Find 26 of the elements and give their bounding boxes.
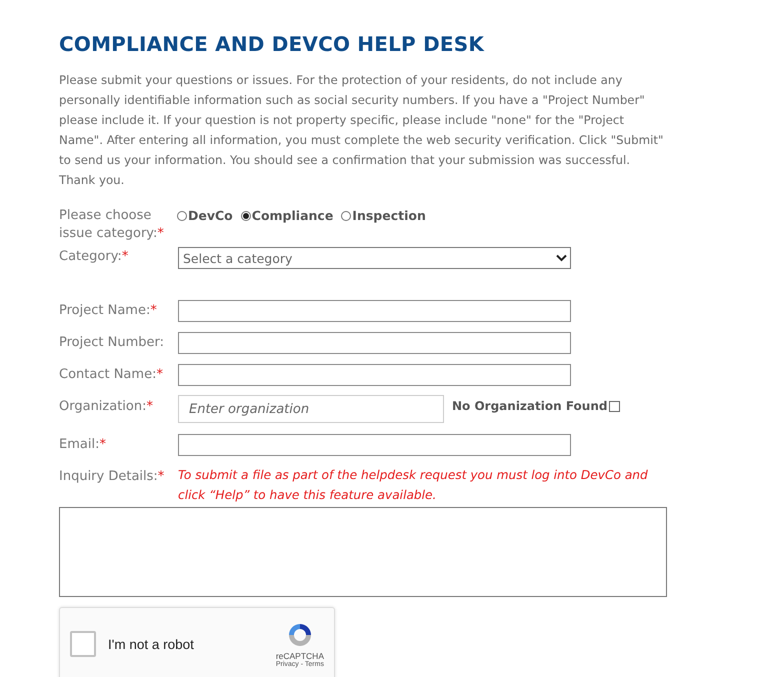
field-label: Project Name:* bbox=[59, 302, 158, 320]
field-label: Email:* bbox=[59, 436, 107, 454]
field-label: Contact Name:* bbox=[59, 366, 164, 384]
field-label: Organization:* bbox=[59, 398, 154, 416]
input-field[interactable] bbox=[178, 434, 571, 456]
page-title: COMPLIANCE AND DEVCO HELP DESK bbox=[59, 32, 486, 56]
field-label: Inquiry Details:* bbox=[59, 468, 166, 486]
inquiry-details-field[interactable] bbox=[59, 507, 667, 597]
chevron-down-icon bbox=[556, 254, 567, 262]
category-radio[interactable]: Inspection bbox=[341, 208, 426, 223]
intro-paragraph: Please submit your questions or issues. For the protection of your residents, do not include any personally identifiable information such as social security numbers. If you have a "Project Number" please include it. If your question is not property specific, please include "none" for the "Project Name". After entering all information, you must complete the web security verification. Click "Submit" to send us your information. You should see a confirmation that your submission was successful. Thank you. bbox=[59, 72, 664, 189]
field-label: Please choose issue category:* bbox=[59, 207, 165, 243]
file-upload-note: To submit a file as part of the helpdesk request you must log into DevCo and click “Help” to have this feature available. bbox=[178, 467, 648, 504]
input-field[interactable] bbox=[178, 300, 571, 322]
captcha-checkbox[interactable] bbox=[70, 631, 96, 657]
field-label: Project Number: bbox=[59, 334, 165, 352]
category-radio[interactable]: DevCo bbox=[177, 208, 233, 223]
captcha-brand: reCAPTCHA bbox=[276, 650, 324, 660]
input-field[interactable] bbox=[178, 332, 571, 354]
input-field[interactable] bbox=[178, 364, 571, 386]
field-label: Category:* bbox=[59, 248, 130, 266]
no-organization-checkbox[interactable]: No Organization Found bbox=[452, 395, 620, 413]
organization-field[interactable]: Enter organization bbox=[178, 395, 444, 423]
category-select[interactable]: Select a category bbox=[178, 247, 571, 269]
captcha-label: I'm not a robot bbox=[108, 636, 195, 652]
category-radio[interactable]: Compliance bbox=[240, 208, 334, 223]
